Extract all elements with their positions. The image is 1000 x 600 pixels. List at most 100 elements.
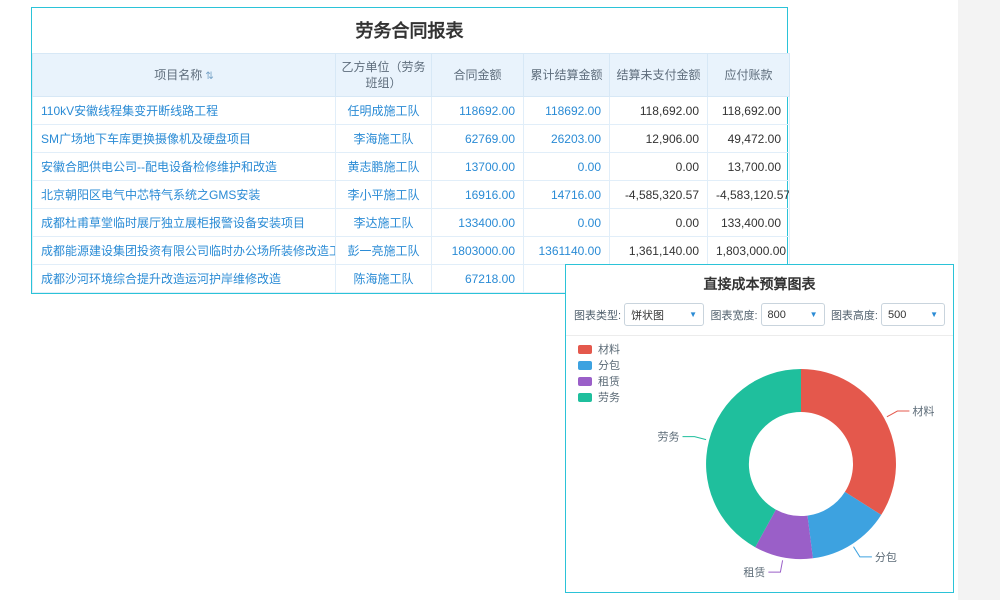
project-name-link[interactable]: 成都能源建设集团投资有限公司临时办公场所装修改造工程EPC [33, 237, 336, 265]
chart-controls: 图表类型: 饼状图 ▼ 图表宽度: 800 ▼ 图表高度: 500 ▼ [566, 301, 953, 336]
pie-slice-材料[interactable] [801, 369, 896, 515]
report-title: 劳务合同报表 [32, 8, 787, 53]
sort-icon[interactable]: ⇅ [205, 71, 213, 82]
chart-height-label: 图表高度: [831, 307, 878, 323]
pie-label-line [854, 547, 872, 557]
legend-swatch [578, 393, 592, 402]
labor-contract-table: 项目名称⇅ 乙方单位（劳务班组） 合同金额 累计结算金额 结算未支付金额 应付账… [32, 53, 790, 293]
settled-amount: 14716.00 [524, 181, 610, 209]
chevron-down-icon: ▼ [810, 310, 818, 319]
contract-amount: 62769.00 [432, 125, 524, 153]
payable-amount: 118,692.00 [708, 97, 790, 125]
project-name-link[interactable]: 成都杜甫草堂临时展厅独立展柜报警设备安装项目 [33, 209, 336, 237]
payable-amount: 1,803,000.00 [708, 237, 790, 265]
pie-chart-area: 材料分包租赁劳务 材料分包租赁劳务 [566, 336, 953, 593]
chart-height-select[interactable]: 500 ▼ [881, 303, 945, 326]
legend-item-材料[interactable]: 材料 [578, 341, 620, 357]
col-header-unpaid-amount: 结算未支付金额 [610, 54, 708, 97]
chart-width-label: 图表宽度: [710, 307, 757, 323]
contract-amount: 1803000.00 [432, 237, 524, 265]
unpaid-amount: 1,361,140.00 [610, 237, 708, 265]
col-header-party-b-unit: 乙方单位（劳务班组） [336, 54, 432, 97]
chart-height-control: 图表高度: 500 ▼ [831, 303, 945, 326]
legend-label: 劳务 [598, 389, 620, 405]
settled-amount: 118692.00 [524, 97, 610, 125]
pie-slice-label: 分包 [875, 551, 897, 564]
contract-amount: 13700.00 [432, 153, 524, 181]
unit-link[interactable]: 任明成施工队 [336, 97, 432, 125]
direct-cost-chart-panel: 直接成本预算图表 图表类型: 饼状图 ▼ 图表宽度: 800 ▼ 图表高度: 5… [565, 264, 954, 593]
project-name-link[interactable]: 北京朝阳区电气中芯特气系统之GMS安装 [33, 181, 336, 209]
settled-amount: 0.00 [524, 153, 610, 181]
page-gutter [958, 0, 1000, 600]
legend-item-租赁[interactable]: 租赁 [578, 373, 620, 389]
donut-chart: 材料分包租赁劳务 [566, 336, 953, 593]
chart-width-select[interactable]: 800 ▼ [761, 303, 825, 326]
table-row: SM广场地下车库更换摄像机及硬盘项目 李海施工队 62769.00 26203.… [33, 125, 790, 153]
unit-link[interactable]: 李达施工队 [336, 209, 432, 237]
payable-amount: 49,472.00 [708, 125, 790, 153]
chart-type-select[interactable]: 饼状图 ▼ [624, 303, 704, 326]
settled-amount: 26203.00 [524, 125, 610, 153]
chart-height-value: 500 [888, 309, 906, 321]
unit-link[interactable]: 李海施工队 [336, 125, 432, 153]
contract-amount: 133400.00 [432, 209, 524, 237]
contract-amount: 67218.00 [432, 265, 524, 293]
pie-label-line [683, 437, 707, 440]
chevron-down-icon: ▼ [689, 310, 697, 319]
chart-type-control: 图表类型: 饼状图 ▼ [574, 303, 704, 326]
unpaid-amount: -4,585,320.57 [610, 181, 708, 209]
legend-label: 租赁 [598, 373, 620, 389]
unpaid-amount: 0.00 [610, 209, 708, 237]
unpaid-amount: 0.00 [610, 153, 708, 181]
col-header-payable: 应付账款 [708, 54, 790, 97]
legend-swatch [578, 377, 592, 386]
table-header-row: 项目名称⇅ 乙方单位（劳务班组） 合同金额 累计结算金额 结算未支付金额 应付账… [33, 54, 790, 97]
chart-type-label: 图表类型: [574, 307, 621, 323]
legend-item-分包[interactable]: 分包 [578, 357, 620, 373]
contract-amount: 118692.00 [432, 97, 524, 125]
table-row: 110kV安徽线程集变开断线路工程 任明成施工队 118692.00 11869… [33, 97, 790, 125]
unit-link[interactable]: 黄志鹏施工队 [336, 153, 432, 181]
legend-label: 材料 [598, 341, 620, 357]
chevron-down-icon: ▼ [930, 310, 938, 319]
col-header-settled-amount: 累计结算金额 [524, 54, 610, 97]
payable-amount: -4,583,120.57 [708, 181, 790, 209]
pie-slice-label: 租赁 [743, 565, 765, 579]
settled-amount: 0.00 [524, 209, 610, 237]
col-header-project-name: 项目名称⇅ [33, 54, 336, 97]
labor-contract-report-panel: 劳务合同报表 项目名称⇅ 乙方单位（劳务班组） 合同金额 累计结算金额 结算未支… [31, 7, 788, 294]
table-row: 北京朝阳区电气中芯特气系统之GMS安装 李小平施工队 16916.00 1471… [33, 181, 790, 209]
project-name-link[interactable]: 安徽合肥供电公司--配电设备检修维护和改造 [33, 153, 336, 181]
table-row: 成都能源建设集团投资有限公司临时办公场所装修改造工程EPC 彭一亮施工队 180… [33, 237, 790, 265]
unit-link[interactable]: 陈海施工队 [336, 265, 432, 293]
unpaid-amount: 12,906.00 [610, 125, 708, 153]
unit-link[interactable]: 彭一亮施工队 [336, 237, 432, 265]
legend-item-劳务[interactable]: 劳务 [578, 389, 620, 405]
legend-swatch [578, 345, 592, 354]
chart-legend: 材料分包租赁劳务 [578, 341, 620, 405]
chart-type-value: 饼状图 [631, 307, 664, 323]
unit-link[interactable]: 李小平施工队 [336, 181, 432, 209]
pie-slice-label: 劳务 [658, 431, 680, 444]
col-header-label: 项目名称 [154, 68, 202, 82]
chart-width-value: 800 [768, 309, 786, 321]
project-name-link[interactable]: SM广场地下车库更换摄像机及硬盘项目 [33, 125, 336, 153]
chart-title: 直接成本预算图表 [566, 265, 953, 301]
payable-amount: 13,700.00 [708, 153, 790, 181]
table-row: 安徽合肥供电公司--配电设备检修维护和改造 黄志鹏施工队 13700.00 0.… [33, 153, 790, 181]
pie-label-line [887, 411, 910, 417]
col-header-contract-amount: 合同金额 [432, 54, 524, 97]
project-name-link[interactable]: 成都沙河环境综合提升改造运河护岸维修改造 [33, 265, 336, 293]
chart-width-control: 图表宽度: 800 ▼ [710, 303, 824, 326]
settled-amount: 1361140.00 [524, 237, 610, 265]
pie-slice-label: 材料 [912, 404, 934, 418]
contract-amount: 16916.00 [432, 181, 524, 209]
unpaid-amount: 118,692.00 [610, 97, 708, 125]
pie-label-line [768, 560, 782, 572]
project-name-link[interactable]: 110kV安徽线程集变开断线路工程 [33, 97, 336, 125]
payable-amount: 133,400.00 [708, 209, 790, 237]
legend-swatch [578, 361, 592, 370]
legend-label: 分包 [598, 357, 620, 373]
table-row: 成都杜甫草堂临时展厅独立展柜报警设备安装项目 李达施工队 133400.00 0… [33, 209, 790, 237]
